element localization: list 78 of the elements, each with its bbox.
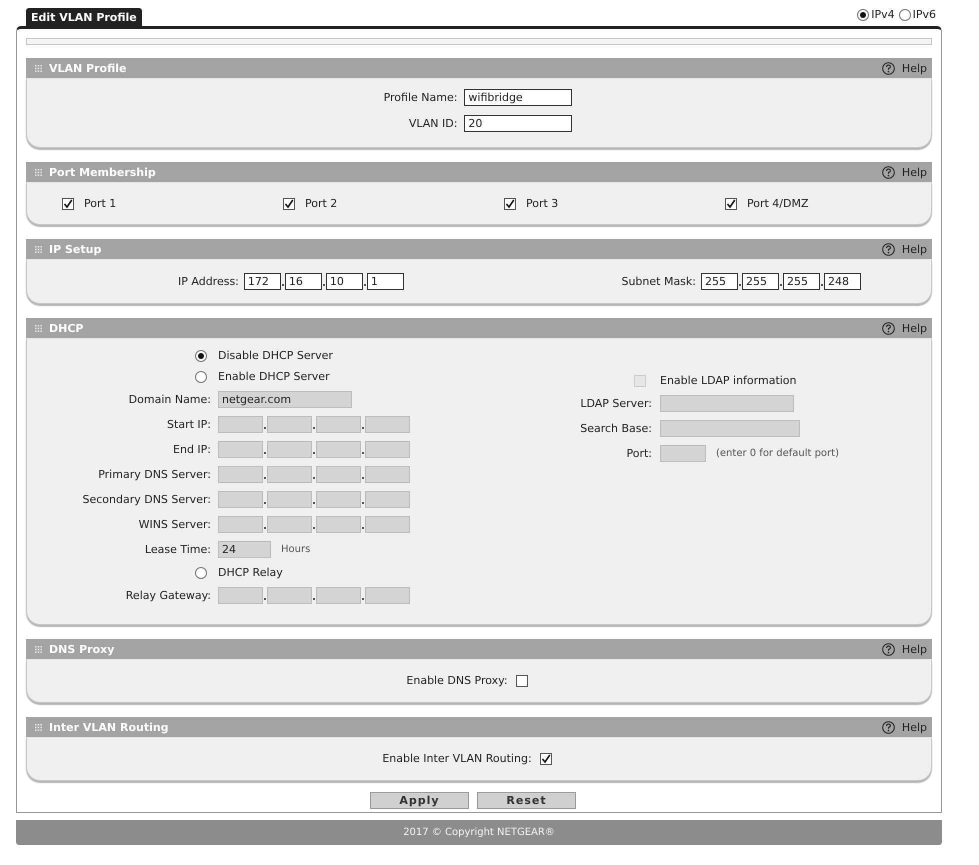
radio-label: Disable DHCP Server [218,349,334,362]
field-label: Lease Time: [144,543,211,556]
octet-field[interactable]: 16 [284,273,322,290]
checkbox[interactable] [516,674,528,686]
field-label: Relay Gateway: [124,589,211,602]
field-label: Start IP: [166,418,211,431]
checkbox[interactable] [62,198,74,210]
field-label: Enable Inter VLAN Routing: [382,752,532,765]
grip-icon [35,246,42,252]
field-label: Search Base: [579,422,652,435]
checkbox-label: Port 1 [84,197,116,210]
help-link[interactable]: Help [902,62,927,74]
text-field[interactable]: wifibridge [464,89,572,106]
help-icon[interactable] [882,242,895,256]
checkbox[interactable] [540,752,552,764]
form-button[interactable]: Reset [477,792,576,809]
grip-icon [35,64,42,72]
help-icon[interactable] [882,322,895,334]
help-icon[interactable] [882,720,895,734]
field-label: Enable DNS Proxy: [406,674,508,687]
checkbox-label: Port 4/DMZ [747,197,809,210]
section-title: Port Membership [49,166,156,178]
radio-button[interactable] [898,8,911,20]
field-label: Profile Name: [384,91,458,104]
field-label: Primary DNS Server: [97,468,211,481]
checkbox[interactable] [725,198,737,210]
octet-field[interactable]: 248 [824,273,861,290]
section-title: Inter VLAN Routing [49,720,169,734]
field-label: End IP: [172,443,211,456]
hint-text: (enter 0 for default port) [716,448,839,459]
help-link[interactable]: Help [902,322,927,334]
grip-icon [35,324,42,332]
radio-button[interactable] [195,370,207,382]
octet-field[interactable]: 172 [244,273,281,290]
help-link[interactable]: Help [902,242,927,256]
text-field[interactable]: 20 [464,115,572,132]
checkbox-label: Port 3 [526,197,558,210]
grip-icon [35,646,42,652]
field-label: VLAN ID: [408,117,458,130]
section-title: IP Setup [49,242,102,256]
checkbox[interactable] [283,198,295,210]
grip-icon [35,168,42,176]
octet-field[interactable]: 255 [742,273,779,290]
radio-button[interactable] [195,350,207,362]
unit-label: Hours [281,544,310,555]
checkbox-label: Port 2 [305,197,338,210]
field-label: Domain Name: [128,393,211,406]
form-button[interactable]: Apply [370,792,469,809]
radio-label: Enable DHCP Server [218,370,331,383]
page-tab[interactable]: Edit VLAN Profile [26,8,142,26]
field-label: Secondary DNS Server: [81,493,211,506]
help-icon[interactable] [882,642,895,656]
checkbox[interactable] [504,198,516,210]
field-label: WINS Server: [138,518,211,531]
radio-button[interactable] [195,566,207,578]
octet-field[interactable]: 255 [783,273,820,290]
section-title: DNS Proxy [49,642,114,656]
checkbox-label: Enable LDAP information [660,374,798,387]
help-link[interactable]: Help [902,720,927,734]
help-link[interactable]: Help [902,642,927,656]
help-icon[interactable] [882,166,895,178]
section-title: VLAN Profile [49,62,126,74]
radio-button[interactable] [857,8,870,20]
octet-field[interactable]: 1 [366,273,404,290]
field-label: LDAP Server: [579,397,652,410]
option-label: IPv4 [871,8,895,21]
field-label: IP Address: [178,275,239,288]
option-label: IPv6 [912,8,936,21]
grip-icon [35,724,42,730]
radio-label: DHCP Relay [218,566,284,579]
help-icon[interactable] [882,62,895,74]
field-label: Port: [625,447,652,460]
octet-field[interactable]: 255 [701,273,738,290]
help-link[interactable]: Help [902,166,927,178]
section-title: DHCP [49,322,84,334]
octet-field[interactable]: 10 [326,273,363,290]
field-label: Subnet Mask: [621,275,696,288]
footer-bar: 2017 © Copyright NETGEAR® [16,820,942,845]
